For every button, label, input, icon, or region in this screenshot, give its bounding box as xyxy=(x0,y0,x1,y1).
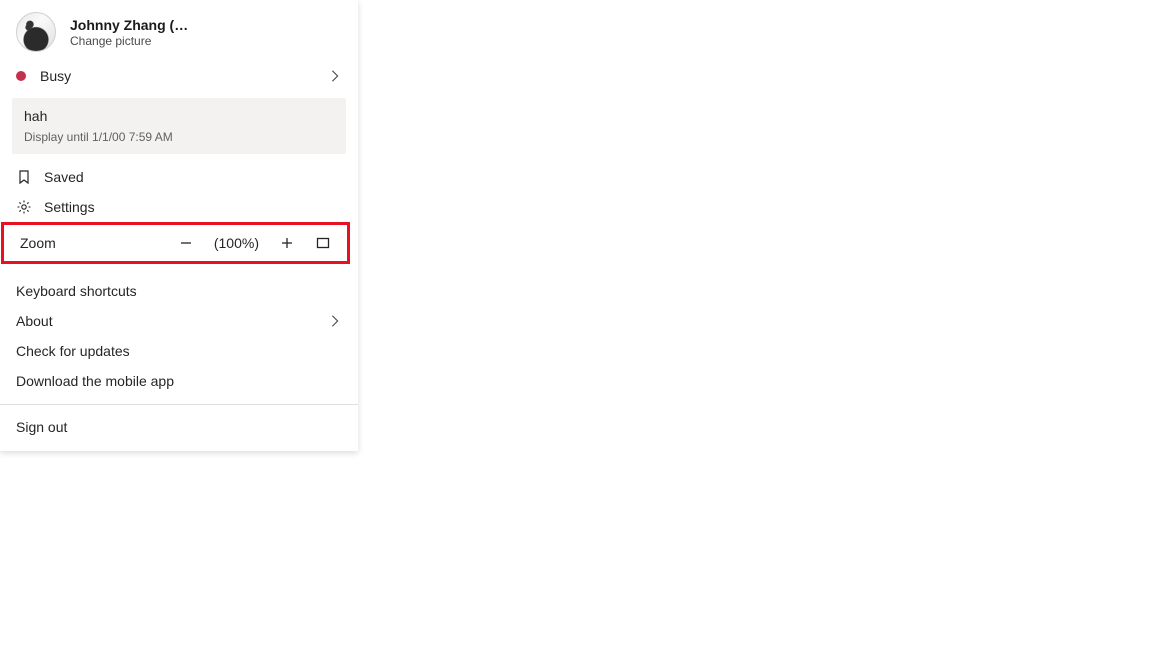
settings-item[interactable]: Settings xyxy=(0,192,358,222)
profile-header[interactable]: Johnny Zhang (… Change picture xyxy=(0,6,358,60)
change-picture-link[interactable]: Change picture xyxy=(70,34,342,48)
user-menu-panel: Johnny Zhang (… Change picture Busy hah … xyxy=(0,0,358,451)
zoom-out-button[interactable] xyxy=(178,235,194,251)
status-label: Busy xyxy=(40,68,328,84)
about-label: About xyxy=(16,313,316,329)
keyboard-shortcuts-item[interactable]: Keyboard shortcuts xyxy=(0,276,358,306)
plus-icon xyxy=(280,236,294,250)
zoom-label: Zoom xyxy=(20,235,178,251)
zoom-value: (100%) xyxy=(214,235,259,251)
saved-label: Saved xyxy=(44,169,342,185)
check-updates-item[interactable]: Check for updates xyxy=(0,336,358,366)
status-busy-icon xyxy=(16,71,26,81)
zoom-in-button[interactable] xyxy=(279,235,295,251)
check-updates-label: Check for updates xyxy=(16,343,342,359)
sign-out-item[interactable]: Sign out xyxy=(0,405,358,451)
settings-label: Settings xyxy=(44,199,342,215)
fullscreen-button[interactable] xyxy=(315,235,331,251)
status-row[interactable]: Busy xyxy=(0,60,358,92)
zoom-row: Zoom (100%) xyxy=(1,222,350,264)
fullscreen-icon xyxy=(316,236,330,250)
profile-text: Johnny Zhang (… Change picture xyxy=(70,17,342,48)
minus-icon xyxy=(179,236,193,250)
keyboard-shortcuts-label: Keyboard shortcuts xyxy=(16,283,342,299)
chevron-right-icon xyxy=(328,69,342,83)
bookmark-icon xyxy=(16,169,32,185)
status-message-card[interactable]: hah Display until 1/1/00 7:59 AM xyxy=(12,98,346,154)
avatar[interactable] xyxy=(16,12,56,52)
download-app-item[interactable]: Download the mobile app xyxy=(0,366,358,396)
about-item[interactable]: About xyxy=(0,306,358,336)
saved-item[interactable]: Saved xyxy=(0,162,358,192)
zoom-controls: (100%) xyxy=(178,235,331,251)
status-message-text: hah xyxy=(24,108,334,124)
status-message-expiry: Display until 1/1/00 7:59 AM xyxy=(24,130,334,144)
sign-out-label: Sign out xyxy=(16,419,67,435)
chevron-right-icon xyxy=(328,314,342,328)
profile-name: Johnny Zhang (… xyxy=(70,17,342,33)
gear-icon xyxy=(16,199,32,215)
download-app-label: Download the mobile app xyxy=(16,373,342,389)
